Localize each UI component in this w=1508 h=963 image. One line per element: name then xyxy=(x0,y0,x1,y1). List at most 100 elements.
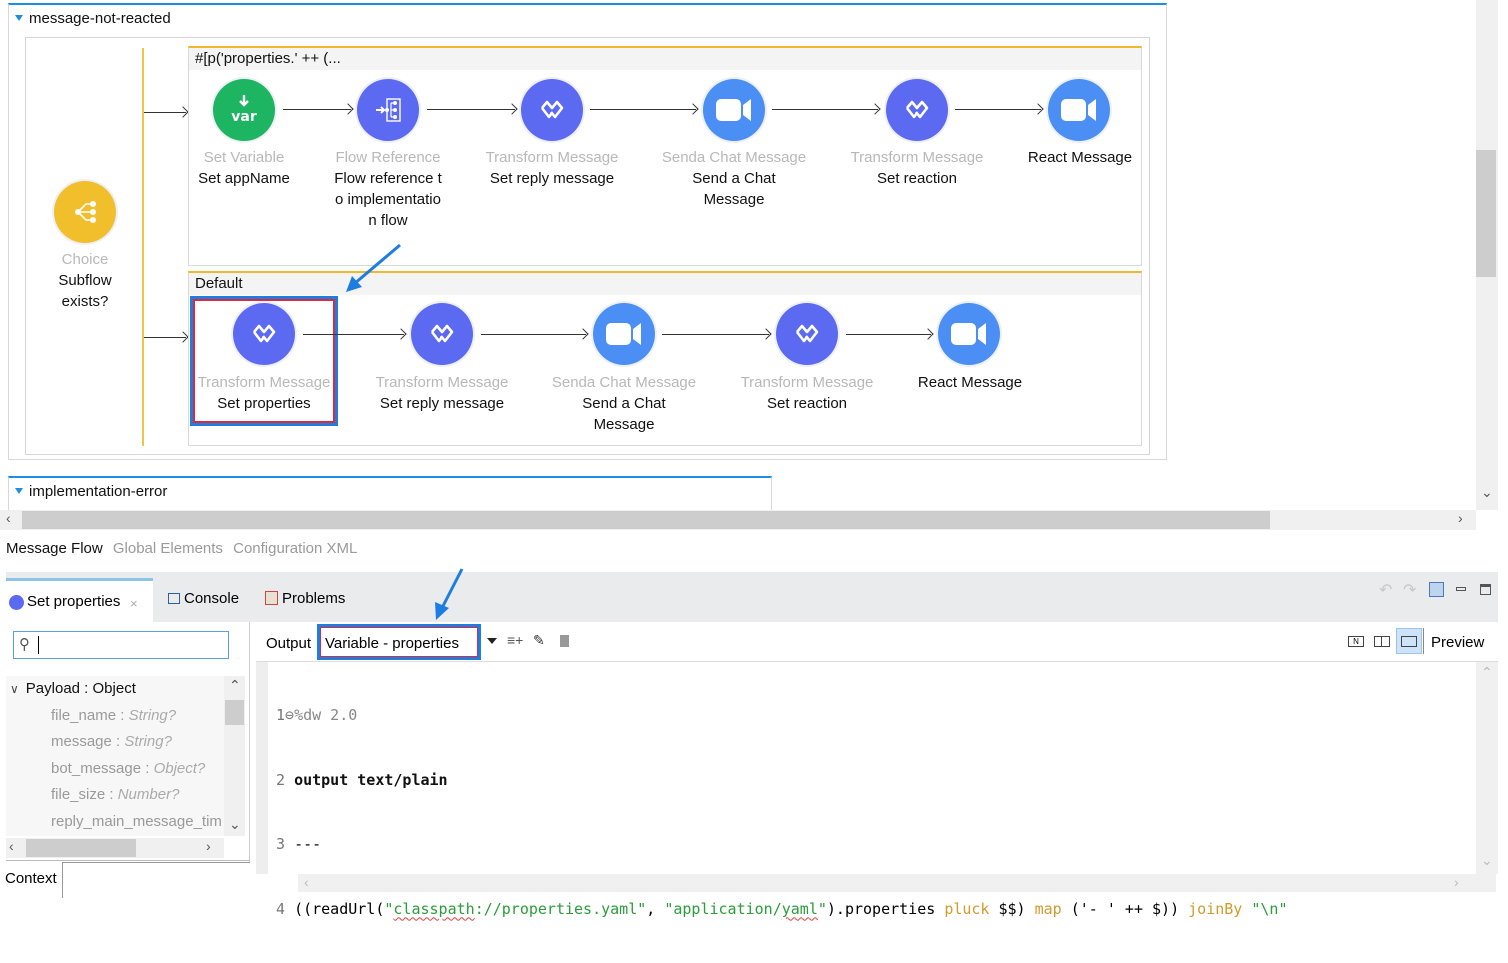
field-name: bot_message xyxy=(51,759,142,777)
input-panel: ⚲ ∨ Payload : Object file_name : String? … xyxy=(5,622,250,898)
tree-horizontal-scrollbar[interactable]: ‹ › xyxy=(6,838,224,858)
tree-vertical-scrollbar[interactable]: ⌃ ⌄ xyxy=(224,676,245,836)
tree-root[interactable]: ∨ Payload : Object xyxy=(6,676,224,703)
editor-horizontal-scrollbar[interactable]: ‹ › xyxy=(298,874,1496,892)
step-node[interactable] xyxy=(411,303,473,365)
scroll-down-icon[interactable]: ⌄ xyxy=(229,816,241,833)
scroll-left-icon[interactable]: ‹ xyxy=(6,510,11,526)
step-node[interactable] xyxy=(1048,79,1110,141)
route-condition[interactable]: Default xyxy=(189,273,1141,295)
editor-vertical-scrollbar[interactable]: ⌃ ⌄ xyxy=(1476,662,1498,874)
tree-item[interactable]: reply_main_message_tim xyxy=(6,809,224,836)
line-number: 2 xyxy=(276,770,286,789)
step-node[interactable] xyxy=(703,79,765,141)
canvas-horizontal-scrollbar[interactable]: ‹ › xyxy=(0,510,1476,530)
token: yaml xyxy=(781,899,818,918)
fold-icon[interactable]: ⊖ xyxy=(285,706,294,724)
tab-console[interactable]: Console xyxy=(168,590,239,607)
step-node[interactable]: var xyxy=(213,79,275,141)
step-node[interactable] xyxy=(938,303,1000,365)
tab-problems[interactable]: Problems xyxy=(265,590,345,607)
tab-set-properties[interactable]: Set properties × xyxy=(6,578,153,622)
output-target-select[interactable]: Variable - properties xyxy=(317,624,481,660)
tab-global-elements[interactable]: Global Elements xyxy=(113,540,223,557)
tab-configuration-xml[interactable]: Configuration XML xyxy=(233,540,357,557)
scroll-right-icon[interactable]: › xyxy=(1454,874,1459,890)
minimize-icon[interactable] xyxy=(1456,587,1466,591)
scroll-left-icon[interactable]: ‹ xyxy=(304,874,309,890)
scrollbar-thumb[interactable] xyxy=(1476,150,1496,277)
transform-message-icon xyxy=(430,324,454,343)
step-node[interactable] xyxy=(521,79,583,141)
step-node[interactable] xyxy=(593,303,655,365)
graphics-view-icon[interactable]: N xyxy=(1348,636,1364,647)
code-line: 3 --- xyxy=(276,834,1288,856)
scroll-left-icon[interactable]: ‹ xyxy=(9,838,14,854)
token: pluck xyxy=(944,899,990,918)
step-node-selected[interactable] xyxy=(233,303,295,365)
step-node[interactable] xyxy=(357,79,419,141)
maximize-icon[interactable] xyxy=(1480,584,1491,595)
tree-item[interactable]: bot_message : Object? xyxy=(6,756,224,783)
scrollbar-thumb[interactable] xyxy=(22,511,1270,529)
tree-item[interactable]: file_name : String? xyxy=(6,703,224,730)
split-view-icon[interactable] xyxy=(1374,636,1390,647)
scroll-right-icon[interactable]: › xyxy=(206,838,211,854)
component-type: Transform Message xyxy=(740,374,874,391)
component-type: Senda Chat Message xyxy=(661,149,807,166)
component-type: Choice xyxy=(61,251,109,268)
line-text: output text/plain xyxy=(294,770,448,789)
flow-title: implementation-error xyxy=(29,483,168,500)
code-editor[interactable]: 1⊖%dw 2.0 2 output text/plain 3 --- 4 ((… xyxy=(256,662,1476,918)
preview-button[interactable]: Preview xyxy=(1431,634,1484,651)
flow-header[interactable]: message-not-reacted xyxy=(11,10,171,27)
scroll-right-icon[interactable]: › xyxy=(1458,510,1463,526)
component-type: Flow Reference xyxy=(335,149,441,166)
component-name: Set properties xyxy=(217,395,311,412)
tab-message-flow[interactable]: Message Flow xyxy=(6,540,103,557)
flow-header[interactable]: implementation-error xyxy=(11,483,167,500)
tab-label: Problems xyxy=(282,590,346,607)
dropdown-arrow-icon[interactable] xyxy=(487,638,497,644)
canvas-vertical-scrollbar[interactable]: ⌄ xyxy=(1476,0,1498,510)
source-view-button[interactable] xyxy=(1396,628,1422,654)
field-name: file_size xyxy=(51,786,106,803)
component-type: Set Variable xyxy=(203,149,285,166)
route-condition[interactable]: #[p('properties.' ++ (... xyxy=(189,48,1141,70)
token: ://properties.yaml" xyxy=(474,899,647,918)
choice-node[interactable] xyxy=(54,181,116,243)
search-input[interactable]: ⚲ xyxy=(13,631,229,659)
save-icon[interactable] xyxy=(1429,582,1444,597)
collapse-triangle-icon[interactable] xyxy=(15,488,23,495)
scroll-up-icon[interactable]: ⌃ xyxy=(229,677,241,694)
step-label: Senda Chat Message Send a Chat Message xyxy=(546,372,702,435)
tree-item[interactable]: file_size : Number? xyxy=(6,782,224,809)
step-node[interactable] xyxy=(886,79,948,141)
edit-icon[interactable]: ✎ xyxy=(533,632,545,649)
svg-text:var: var xyxy=(231,109,257,125)
undo-icon[interactable]: ↶ xyxy=(1379,580,1392,600)
tree-item[interactable]: message : String? xyxy=(6,729,224,756)
scroll-up-icon[interactable]: ⌃ xyxy=(1481,664,1493,681)
collapse-triangle-icon[interactable] xyxy=(15,15,23,22)
component-name: React Message xyxy=(1027,149,1133,166)
search-icon: ⚲ xyxy=(19,636,30,653)
scroll-down-icon[interactable]: ⌄ xyxy=(1481,852,1493,869)
add-target-icon[interactable]: ≡+ xyxy=(507,632,523,648)
annotation-arrow xyxy=(346,243,401,292)
output-label: Output xyxy=(266,635,312,652)
scrollbar-thumb[interactable] xyxy=(225,700,244,725)
redo-icon[interactable]: ↷ xyxy=(1403,580,1416,600)
line-text: %dw 2.0 xyxy=(294,706,358,724)
scrollbar-thumb[interactable] xyxy=(26,839,136,857)
tree-root-label: Payload : Object xyxy=(25,680,136,697)
context-field[interactable] xyxy=(62,862,250,898)
scroll-down-icon[interactable]: ⌄ xyxy=(1481,484,1493,501)
close-tab-icon[interactable]: × xyxy=(130,596,138,611)
step-node[interactable] xyxy=(776,303,838,365)
delete-icon[interactable] xyxy=(560,635,569,647)
expand-chevron-icon[interactable]: ∨ xyxy=(10,682,19,696)
editor-ruler xyxy=(256,662,268,874)
token: joinBy xyxy=(1188,899,1243,918)
